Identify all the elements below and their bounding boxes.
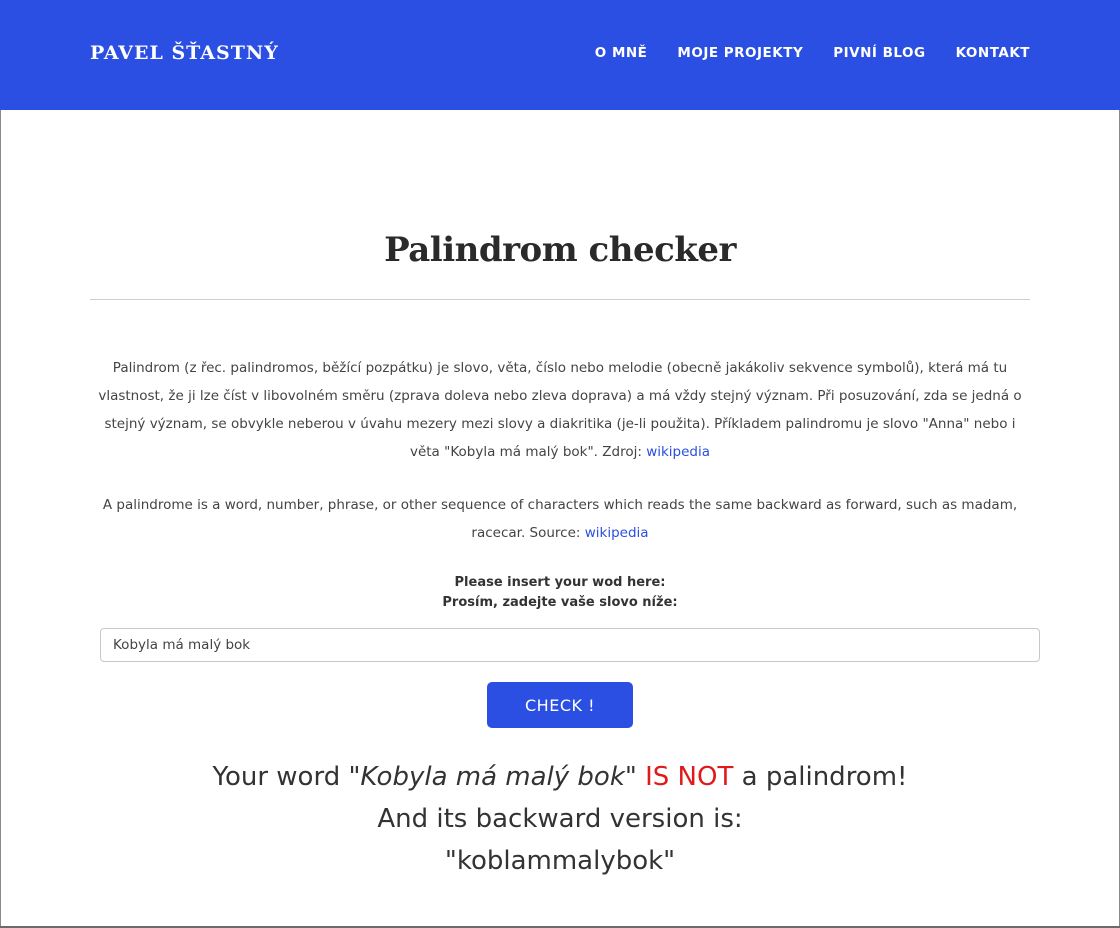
window-border-left [0,0,1,928]
site-header: PAVEL ŠŤASTNÝ O MNĚ MOJE PROJEKTY PIVNÍ … [0,0,1120,110]
description-cz-text: Palindrom (z řec. palindromos, běžící po… [98,360,1022,460]
result-word: "Kobyla má malý bok" [348,762,637,792]
prompt-en: Please insert your wod here: [454,575,666,590]
word-input[interactable] [100,628,1040,662]
page-title: Palindrom checker [384,230,736,270]
result-line-1: Your word "Kobyla má malý bok" IS NOT a … [90,756,1030,798]
prompt-cz: Prosím, zadejte vaše slovo níže: [442,595,678,610]
result-suffix: a palindrom! [741,762,908,792]
result-verdict: IS NOT [645,762,734,792]
title-divider [90,299,1030,300]
nav-item-o-mne[interactable]: O MNĚ [595,45,648,61]
input-prompt: Please insert your wod here: Prosím, zad… [90,573,1030,613]
description-cz: Palindrom (z řec. palindromos, běžící po… [90,354,1030,466]
wikipedia-link-en[interactable]: wikipedia [585,525,649,541]
nav-item-pivni-blog[interactable]: PIVNÍ BLOG [833,45,925,61]
result-backward-word: "koblammalybok" [444,846,676,876]
result-prefix: Your word [212,762,341,792]
result-message: Your word "Kobyla má malý bok" IS NOT a … [90,756,1030,882]
main-nav: O MNĚ MOJE PROJEKTY PIVNÍ BLOG KONTAKT [595,45,1030,61]
brand-logo-link[interactable]: PAVEL ŠŤASTNÝ [90,42,279,64]
check-button[interactable]: CHECK ! [487,682,633,728]
description-en-text: A palindrome is a word, number, phrase, … [102,497,1018,541]
nav-item-moje-projekty[interactable]: MOJE PROJEKTY [677,45,803,61]
result-line-2: And its backward version is: [377,804,743,834]
description-en: A palindrome is a word, number, phrase, … [90,491,1030,547]
wikipedia-link-cz[interactable]: wikipedia [646,444,710,460]
nav-item-kontakt[interactable]: KONTAKT [956,45,1030,61]
